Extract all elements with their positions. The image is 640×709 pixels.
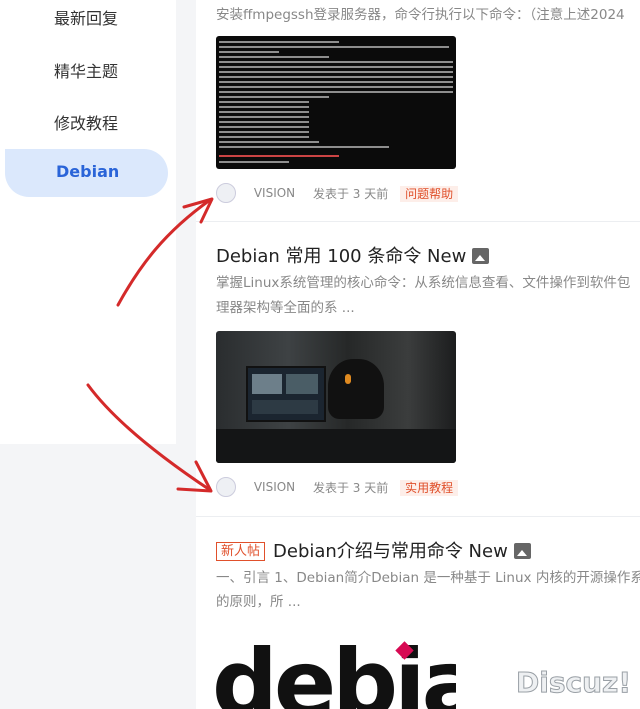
post-meta: VISION 发表于 3 天前 实用教程	[216, 477, 459, 497]
category-tag[interactable]: 实用教程	[400, 479, 459, 496]
discuz-watermark: Discuz!	[515, 666, 632, 700]
debian-logo-thumbnail[interactable]: debia	[216, 636, 456, 709]
debian-logo-text: debia	[216, 636, 456, 709]
post-title[interactable]: Debian 常用 100 条命令 New	[216, 242, 490, 268]
post-excerpt: 安装ffmpegssh登录服务器，命令行执行以下命令：（注意上述2024	[216, 7, 625, 23]
video-editing-photo-thumbnail[interactable]	[216, 331, 456, 463]
post-excerpt-line: 一、引言 1、Debian简介Debian 是一种基于 Linux 内核的开源操…	[216, 570, 640, 586]
divider	[196, 221, 640, 222]
post-excerpt-line: 理器架构等全面的系 ...	[216, 300, 355, 316]
sidebar-item-featured[interactable]: 精华主题	[54, 58, 118, 82]
post-time: 发表于 3 天前	[312, 186, 389, 201]
image-icon	[472, 248, 490, 264]
terminal-screenshot-thumbnail[interactable]	[216, 36, 456, 169]
sidebar-item-label: Debian	[56, 162, 120, 181]
thread-list: 安装ffmpegssh登录服务器，命令行执行以下命令：（注意上述2024 VIS…	[196, 0, 640, 709]
sidebar-item-debian[interactable]: Debian	[5, 149, 168, 197]
post-title-text[interactable]: Debian 常用 100 条命令 New	[216, 246, 466, 267]
avatar[interactable]	[216, 183, 236, 203]
post-time: 发表于 3 天前	[312, 480, 389, 495]
post-meta: VISION 发表于 3 天前 问题帮助	[216, 183, 459, 203]
category-tag[interactable]: 问题帮助	[400, 185, 459, 202]
image-icon	[513, 543, 531, 559]
sidebar-item-latest-reply[interactable]: 最新回复	[54, 5, 118, 29]
post-excerpt-line: 的原则，所 ...	[216, 594, 301, 610]
post-title[interactable]: 新人帖 Debian介绍与常用命令 New	[216, 537, 531, 563]
author-name[interactable]: VISION	[254, 186, 295, 200]
post-excerpt-line: 掌握Linux系统管理的核心命令：从系统信息查看、文件操作到软件包	[216, 275, 631, 291]
monitor-illustration	[246, 366, 326, 422]
author-name[interactable]: VISION	[254, 480, 295, 494]
divider	[196, 516, 640, 517]
sidebar: 最新回复 精华主题 修改教程 Debian	[0, 0, 176, 444]
person-silhouette	[328, 359, 384, 419]
new-user-badge: 新人帖	[216, 542, 266, 561]
avatar[interactable]	[216, 477, 236, 497]
sidebar-item-tutorial[interactable]: 修改教程	[54, 110, 118, 134]
post-title-text[interactable]: Debian介绍与常用命令 New	[273, 541, 508, 562]
